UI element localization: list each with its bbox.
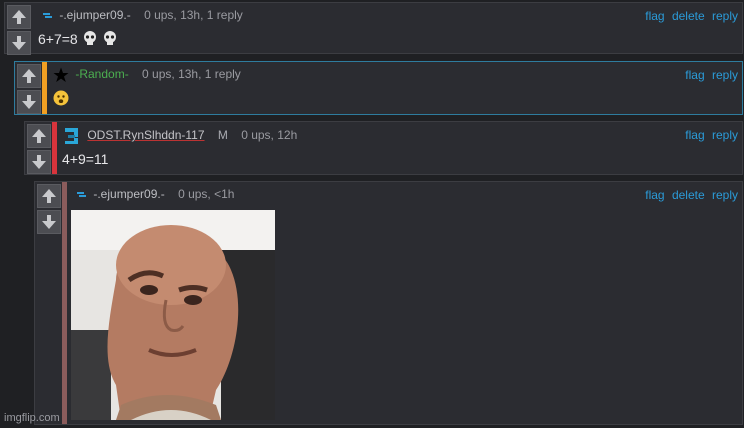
- comment-text: 4+9=11: [62, 151, 109, 167]
- comment-text: [53, 90, 69, 107]
- arrow-down-icon: [12, 36, 26, 50]
- vote-controls: [5, 3, 35, 55]
- frowning-face-emoji-icon: [53, 90, 69, 106]
- comment-meta: 0 ups, 13h, 1 reply: [144, 8, 243, 22]
- comment-actions: flag delete reply: [641, 9, 738, 23]
- arrow-down-icon: [32, 155, 46, 169]
- imgflip-watermark: imgflip.com: [4, 412, 60, 424]
- vote-controls: [25, 122, 55, 174]
- vote-controls: [35, 182, 65, 234]
- flag-link[interactable]: flag: [685, 68, 704, 82]
- downvote-button[interactable]: [7, 31, 31, 55]
- vote-controls: [15, 62, 45, 114]
- upvote-button[interactable]: [7, 5, 31, 29]
- flag-link[interactable]: flag: [645, 188, 664, 202]
- comment-2: -Random- 0 ups, 13h, 1 reply flag reply: [14, 61, 743, 115]
- delete-link[interactable]: delete: [672, 9, 705, 23]
- comment-actions: flag reply: [681, 68, 738, 82]
- reply-link[interactable]: reply: [712, 9, 738, 23]
- upvote-button[interactable]: [37, 184, 61, 208]
- meme-image[interactable]: [71, 210, 275, 420]
- comment-header: -.ejumper09.- 0 ups, <1h: [75, 187, 234, 201]
- the-rock-eyebrow-meme-icon: [71, 210, 275, 420]
- flag-link[interactable]: flag: [685, 128, 704, 142]
- comment-meta: 0 ups, <1h: [178, 187, 235, 201]
- comment-username[interactable]: -.ejumper09.-: [59, 8, 130, 22]
- arrow-up-icon: [32, 129, 46, 143]
- comment-actions: flag delete reply: [641, 188, 738, 202]
- comment-username[interactable]: -.ejumper09.-: [93, 187, 164, 201]
- flag-link[interactable]: flag: [645, 9, 664, 23]
- comment-meta: 0 ups, 12h: [241, 128, 298, 143]
- arrow-down-icon: [22, 95, 36, 109]
- downvote-button[interactable]: [37, 210, 61, 234]
- upvote-button[interactable]: [17, 64, 41, 88]
- comment-3: ODST.RynSlhddn-117 M 0 ups, 12h flag rep…: [24, 121, 743, 175]
- comment-username[interactable]: ODST.RynSlhddn-117: [87, 128, 204, 142]
- arrow-up-icon: [22, 69, 36, 83]
- comment-header: ODST.RynSlhddn-117 M 0 ups, 12h: [63, 127, 297, 145]
- delete-link[interactable]: delete: [672, 188, 705, 202]
- upvote-button[interactable]: [27, 124, 51, 148]
- blue-dash-icon: [43, 12, 52, 18]
- arrow-up-icon: [12, 10, 26, 24]
- arrow-up-icon: [42, 189, 56, 203]
- comment-username[interactable]: -Random-: [75, 67, 128, 81]
- reply-link[interactable]: reply: [712, 188, 738, 202]
- comment-4: -.ejumper09.- 0 ups, <1h flag delete rep…: [34, 181, 743, 425]
- pixel-helmet-icon: [65, 128, 78, 144]
- downvote-button[interactable]: [17, 90, 41, 114]
- comment-text-content: 6+7=8: [38, 31, 78, 47]
- skull-emoji-icon: [103, 31, 116, 45]
- blue-dash-icon: [77, 191, 86, 197]
- reply-link[interactable]: reply: [712, 68, 738, 82]
- black-star-icon: [53, 67, 69, 82]
- skull-emoji-icon: [83, 31, 96, 45]
- downvote-button[interactable]: [27, 150, 51, 174]
- arrow-down-icon: [42, 215, 56, 229]
- comment-text: 6+7=8: [38, 30, 118, 47]
- comment-actions: flag reply: [681, 128, 738, 142]
- comment-header: -.ejumper09.- 0 ups, 13h, 1 reply: [41, 8, 243, 22]
- reply-link[interactable]: reply: [712, 128, 738, 142]
- comment-1: -.ejumper09.- 0 ups, 13h, 1 reply flag d…: [4, 2, 743, 55]
- comment-header: -Random- 0 ups, 13h, 1 reply: [53, 67, 241, 83]
- mod-badge: M: [217, 128, 228, 143]
- comment-meta: 0 ups, 13h, 1 reply: [142, 67, 241, 82]
